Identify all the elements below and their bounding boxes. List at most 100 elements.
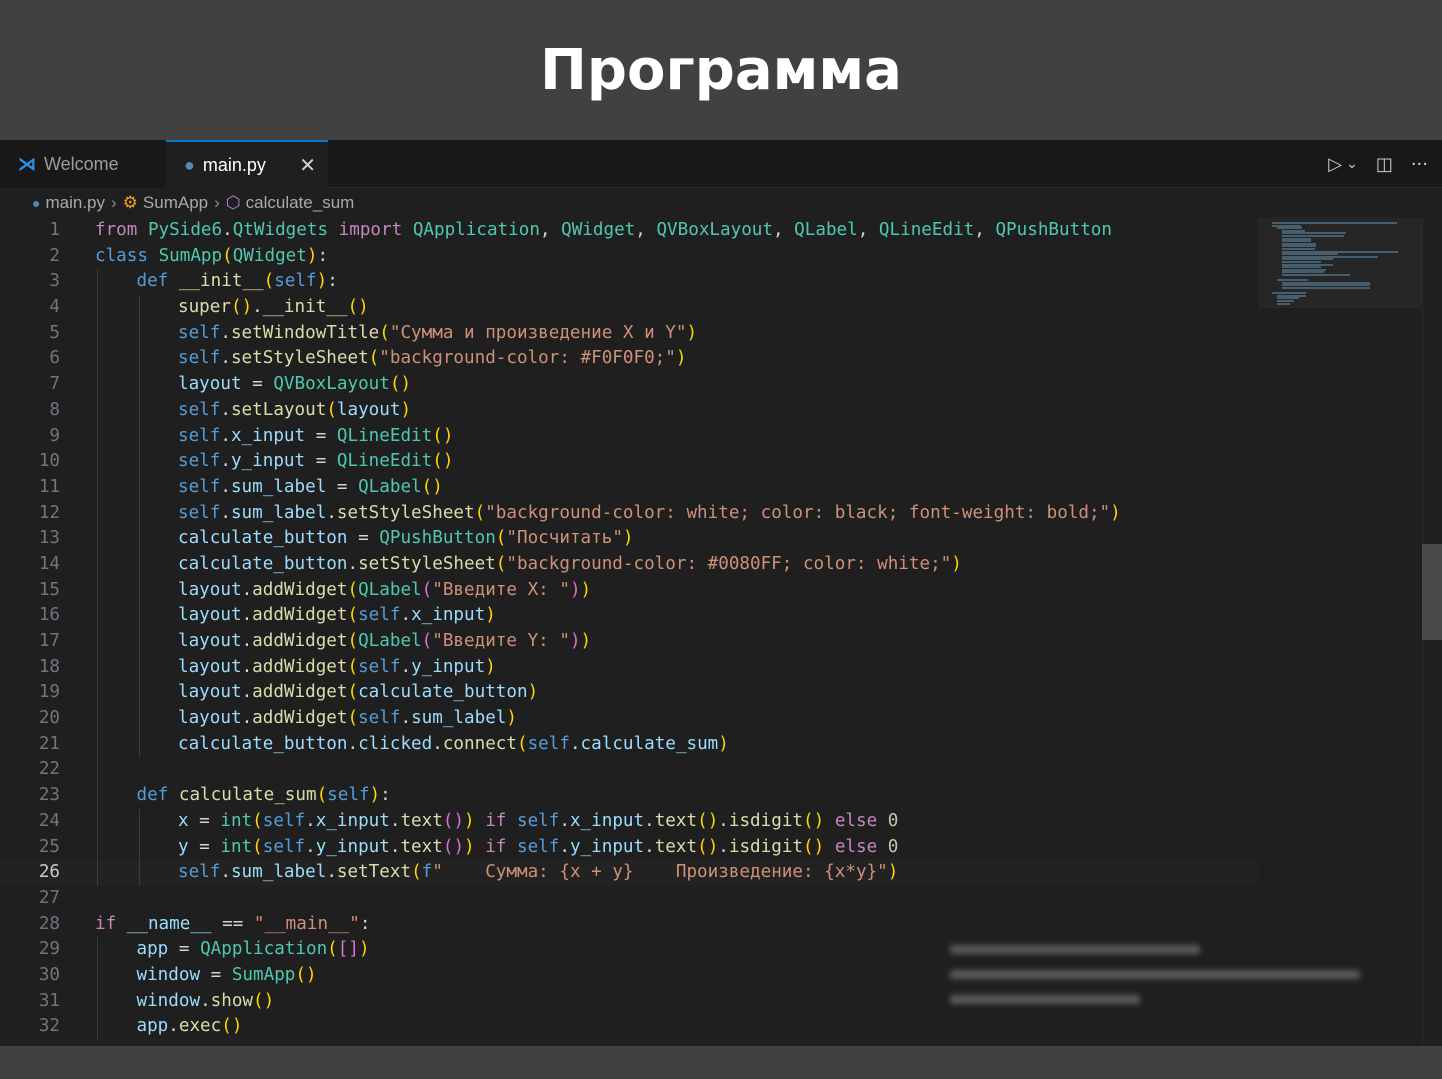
line-number: 23 bbox=[38, 785, 60, 806]
code-text: calculate_button.clicked.connect(self.ca… bbox=[178, 733, 729, 754]
code-area[interactable]: 1 from PySide6.QtWidgets import QApplicat… bbox=[0, 218, 1258, 1040]
code-line[interactable]: 14 calculate_button.setStyleSheet("backgr… bbox=[0, 551, 1258, 578]
code-text: self.setLayout(layout) bbox=[178, 399, 412, 420]
code-text: x = int(self.x_input.text()) if self.x_i… bbox=[178, 810, 899, 831]
code-text: y = int(self.y_input.text()) if self.y_i… bbox=[178, 836, 899, 857]
minimap-line bbox=[1277, 302, 1290, 305]
code-text: app.exec() bbox=[136, 1016, 243, 1037]
editor-actions: ▷ ⌄ ◫ ··· bbox=[1328, 140, 1428, 188]
code-line[interactable]: 28 if __name__ == "__main__": bbox=[0, 912, 1258, 938]
indent-guide bbox=[97, 500, 98, 527]
code-line[interactable]: 2 class SumApp(QWidget): bbox=[0, 244, 1258, 270]
indent-guide bbox=[138, 680, 140, 707]
minimap-line bbox=[1282, 274, 1350, 276]
indent-guide bbox=[97, 629, 98, 655]
code-line[interactable]: 18 layout.addWidget(self.y_input) bbox=[0, 654, 1258, 681]
indent-guide bbox=[138, 397, 140, 424]
code-line[interactable]: 3 def __init__(self): bbox=[0, 269, 1258, 296]
scrollbar-thumb[interactable] bbox=[1422, 544, 1442, 640]
code-line[interactable]: 12 self.sum_label.setStyleSheet("backgrou… bbox=[0, 500, 1258, 527]
more-icon[interactable]: ··· bbox=[1411, 154, 1428, 175]
code-line[interactable]: 22 bbox=[0, 757, 1258, 784]
code-line[interactable]: 26 self.sum_label.setText(f" Сумма: {x + … bbox=[0, 860, 1258, 886]
indent-guide bbox=[138, 551, 140, 578]
indent-guide bbox=[97, 783, 98, 809]
code-line[interactable]: 15 layout.addWidget(QLabel("Введите X: ")… bbox=[0, 577, 1258, 604]
code-line[interactable]: 17 layout.addWidget(QLabel("Введите Y: ")… bbox=[0, 629, 1258, 655]
line-number: 7 bbox=[49, 374, 60, 395]
code-line[interactable]: 25 y = int(self.y_input.text()) if self.y… bbox=[0, 834, 1258, 861]
method-icon: ⬡ bbox=[225, 193, 241, 212]
indent-guide bbox=[97, 320, 98, 347]
tab-main-py[interactable]: ● main.py ✕ bbox=[166, 140, 328, 188]
breadcrumb-item-class[interactable]: SumApp bbox=[143, 193, 208, 213]
line-number: 13 bbox=[38, 528, 60, 549]
tab-bar: ⋊ Welcome ● main.py ✕ ▷ ⌄ ◫ ··· bbox=[0, 140, 1442, 188]
chevron-down-icon[interactable]: ⌄ bbox=[1346, 156, 1358, 172]
code-line[interactable]: 16 layout.addWidget(self.x_input) bbox=[0, 603, 1258, 629]
line-number: 31 bbox=[38, 990, 60, 1011]
close-icon[interactable]: ✕ bbox=[299, 153, 316, 178]
indent-guide bbox=[138, 654, 140, 681]
code-text: self.sum_label.setText(f" Сумма: {x + y}… bbox=[178, 862, 899, 883]
tab-welcome[interactable]: ⋊ Welcome bbox=[0, 140, 165, 188]
code-line[interactable]: 19 layout.addWidget(calculate_button) bbox=[0, 680, 1258, 707]
code-line[interactable]: 20 layout.addWidget(self.sum_label) bbox=[0, 706, 1258, 732]
code-text: layout.addWidget(self.sum_label) bbox=[178, 708, 517, 729]
line-number: 12 bbox=[38, 502, 60, 523]
code-line[interactable]: 7 layout = QVBoxLayout() bbox=[0, 372, 1258, 398]
indent-guide bbox=[138, 706, 140, 732]
line-number: 1 bbox=[49, 220, 60, 240]
python-icon: ● bbox=[184, 154, 195, 175]
indent-guide bbox=[97, 295, 98, 321]
code-line[interactable]: 24 x = int(self.x_input.text()) if self.x… bbox=[0, 808, 1258, 835]
slide-title: Программа bbox=[540, 38, 902, 103]
minimap[interactable] bbox=[1258, 218, 1422, 308]
code-line[interactable]: 9 self.x_input = QLineEdit() bbox=[0, 423, 1258, 450]
indent-guide bbox=[138, 449, 140, 475]
code-text: def __init__(self): bbox=[136, 271, 338, 292]
code-line[interactable]: 27 bbox=[0, 886, 1258, 912]
line-number: 14 bbox=[38, 553, 60, 574]
line-number: 22 bbox=[38, 759, 60, 780]
indent-guide bbox=[97, 526, 98, 552]
code-line[interactable]: 5 self.setWindowTitle("Сумма и произведен… bbox=[0, 320, 1258, 347]
line-number: 20 bbox=[38, 708, 60, 729]
code-line[interactable]: 10 self.y_input = QLineEdit() bbox=[0, 449, 1258, 475]
line-number: 21 bbox=[38, 733, 60, 754]
code-editor-window: ⋊ Welcome ● main.py ✕ ▷ ⌄ ◫ ··· ● main.p… bbox=[0, 140, 1442, 1046]
code-line[interactable]: 1 from PySide6.QtWidgets import QApplicat… bbox=[0, 218, 1258, 244]
minimap-line bbox=[1282, 287, 1371, 289]
breadcrumb: ● main.py › ⚙ SumApp › ⬡ calculate_sum bbox=[0, 188, 1442, 218]
line-number: 6 bbox=[49, 348, 60, 369]
code-line[interactable]: 6 self.setStyleSheet("background-color: #… bbox=[0, 346, 1258, 373]
line-number: 17 bbox=[38, 631, 60, 651]
code-line[interactable]: 8 self.setLayout(layout) bbox=[0, 397, 1258, 424]
indent-guide bbox=[97, 551, 98, 578]
code-text: self.sum_label = QLabel() bbox=[178, 476, 443, 497]
code-line[interactable]: 4 super().__init__() bbox=[0, 295, 1258, 321]
indent-guide bbox=[138, 731, 140, 758]
indent-guide bbox=[138, 500, 140, 527]
split-editor-icon[interactable]: ◫ bbox=[1376, 154, 1393, 175]
line-number: 28 bbox=[38, 913, 60, 934]
code-text: window = SumApp() bbox=[136, 964, 317, 985]
code-line[interactable]: 21 calculate_button.clicked.connect(self.… bbox=[0, 731, 1258, 758]
indent-guide bbox=[97, 654, 98, 681]
indent-guide bbox=[97, 937, 98, 963]
code-text: from PySide6.QtWidgets import QApplicati… bbox=[95, 220, 1112, 240]
line-number: 32 bbox=[38, 1016, 60, 1037]
line-number: 2 bbox=[49, 245, 60, 266]
code-line[interactable]: 23 def calculate_sum(self): bbox=[0, 783, 1258, 809]
breadcrumb-item-file[interactable]: main.py bbox=[45, 193, 105, 213]
code-line[interactable]: 13 calculate_button = QPushButton("Посчит… bbox=[0, 526, 1258, 552]
vscode-icon: ⋊ bbox=[18, 153, 36, 174]
line-number: 16 bbox=[38, 605, 60, 626]
run-icon[interactable]: ▷ bbox=[1328, 154, 1342, 175]
breadcrumb-item-method[interactable]: calculate_sum bbox=[246, 193, 355, 213]
chevron-right-icon: › bbox=[214, 193, 220, 212]
code-text: super().__init__() bbox=[178, 297, 369, 318]
tab-main-py-label: main.py bbox=[202, 154, 266, 175]
indent-guide bbox=[97, 834, 98, 861]
code-line[interactable]: 11 self.sum_label = QLabel() bbox=[0, 474, 1258, 501]
